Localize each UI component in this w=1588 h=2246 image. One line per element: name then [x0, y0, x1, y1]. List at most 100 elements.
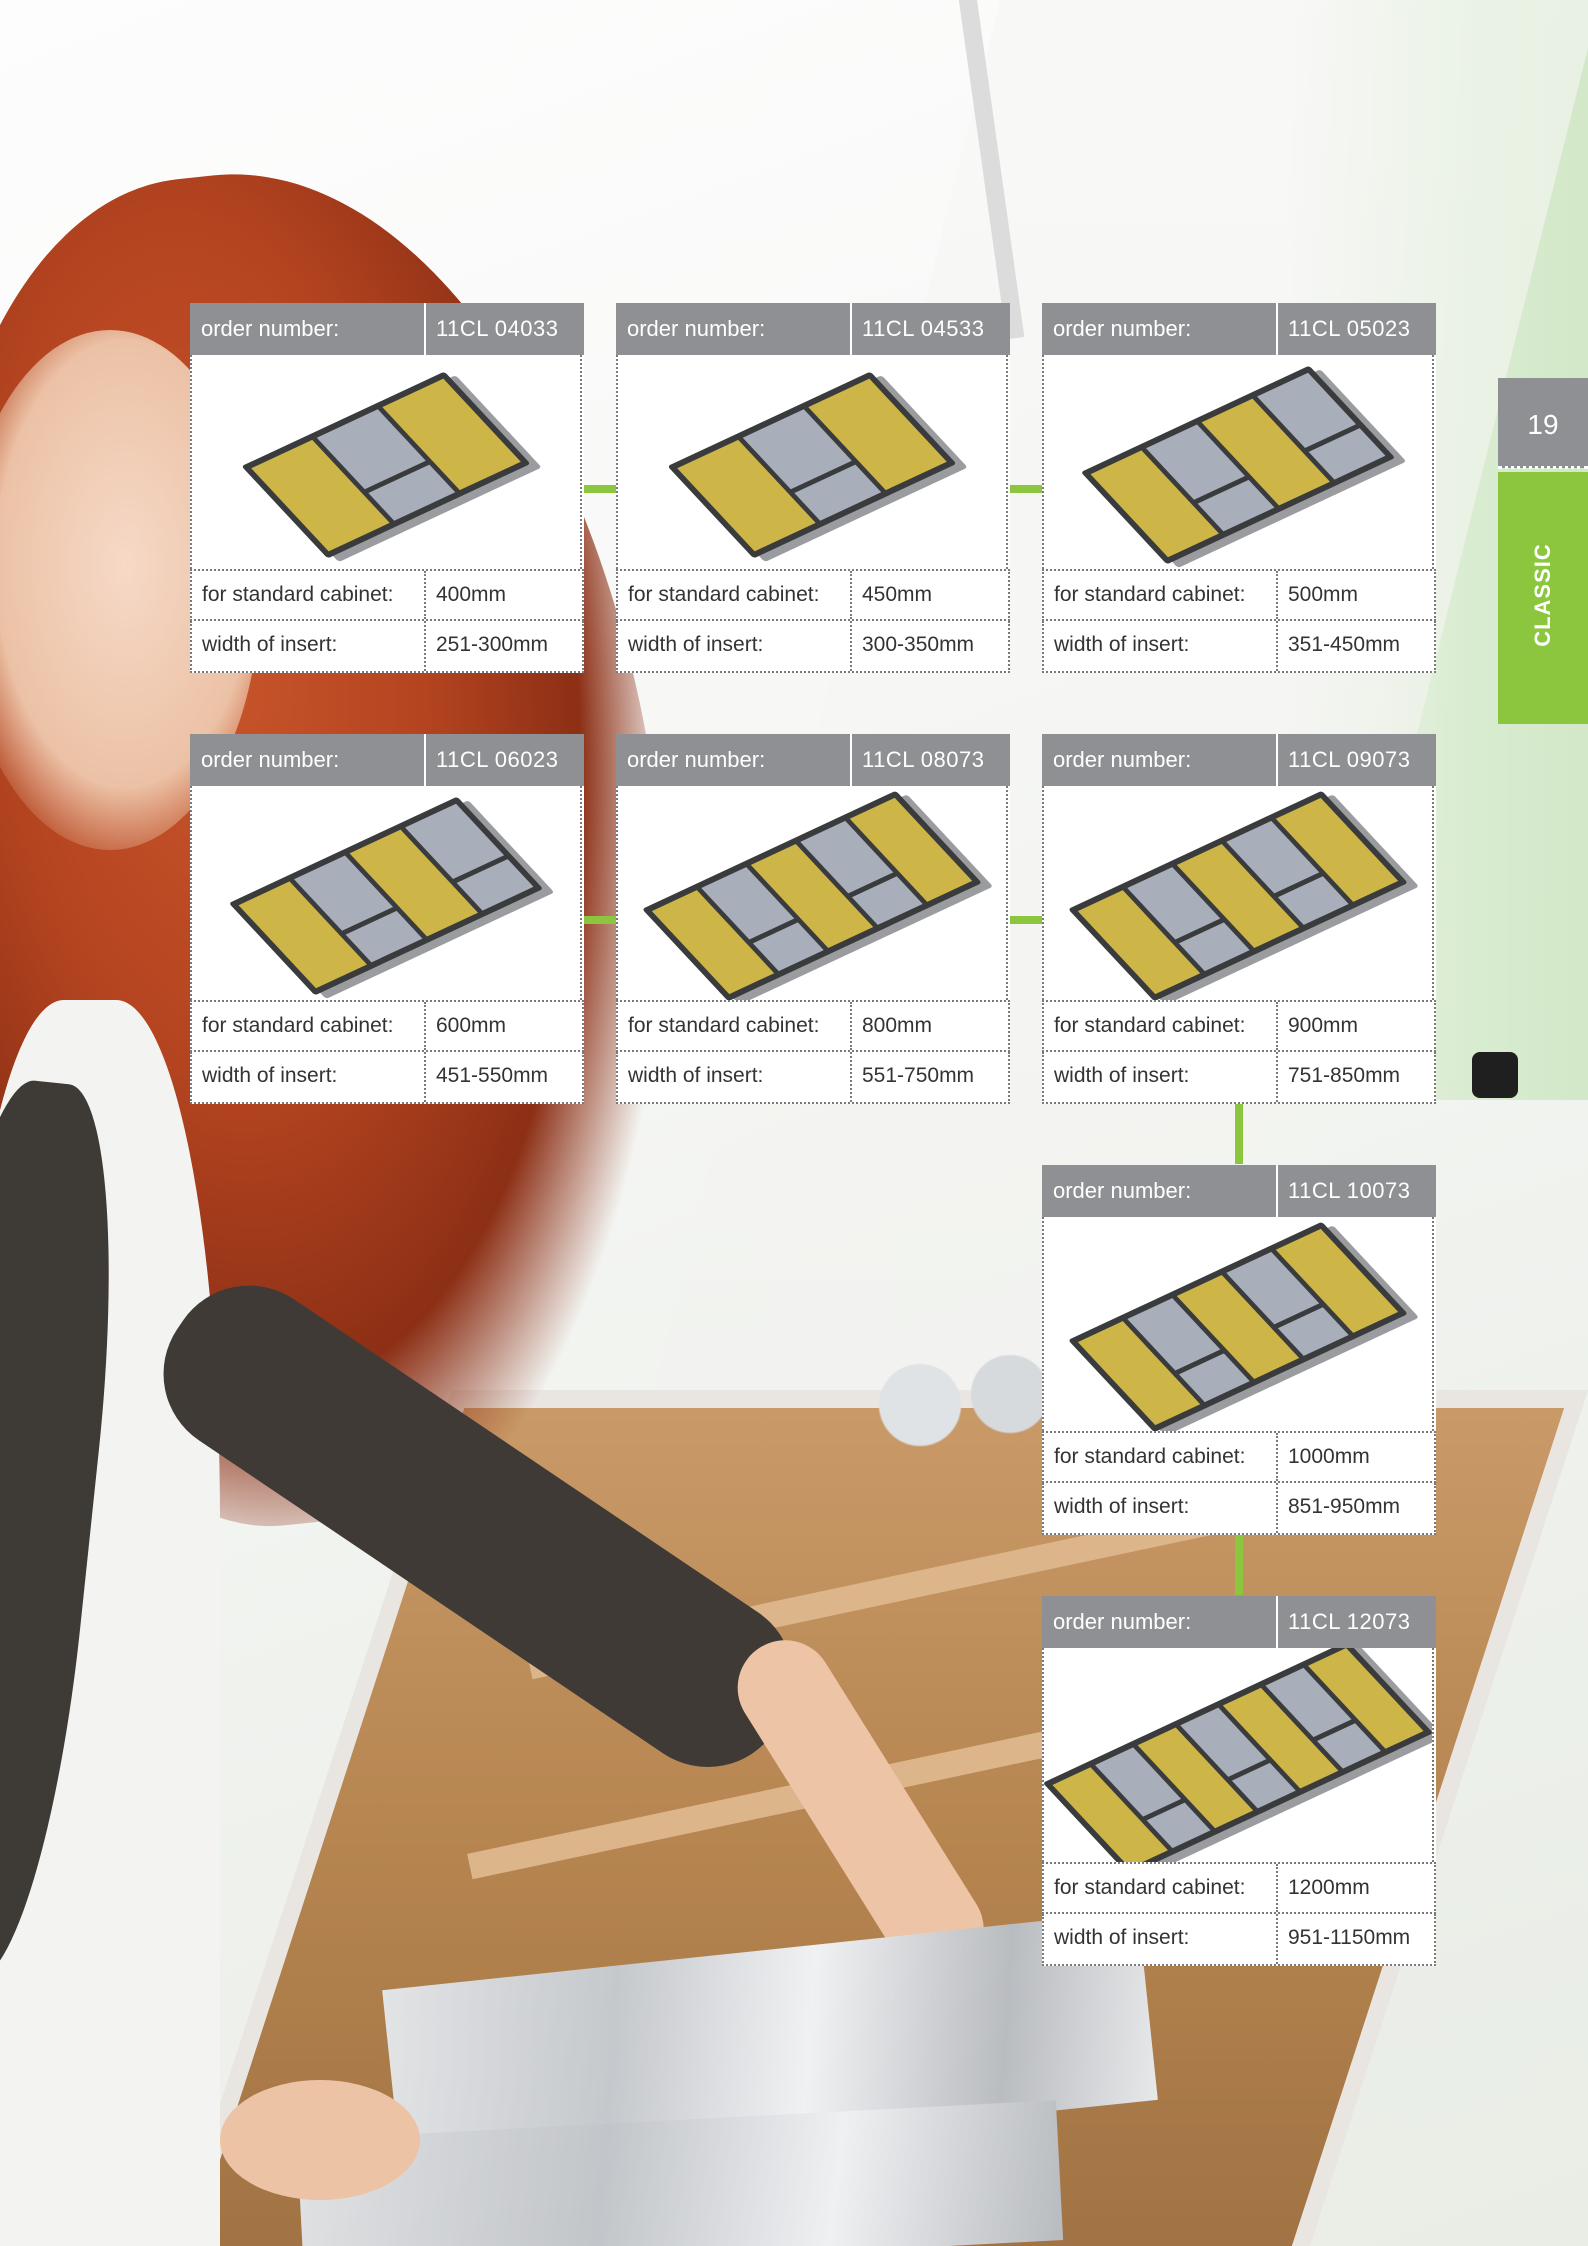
- connector-line: [1235, 1104, 1243, 1164]
- drawer-insert-image: [616, 355, 1008, 569]
- standard-cabinet-row: for standard cabinet: 1200mm: [1042, 1862, 1436, 1914]
- insert-width-label: width of insert:: [1054, 633, 1190, 656]
- card-header: order number: 11CL 04533: [616, 303, 1010, 355]
- standard-cabinet-label: for standard cabinet:: [1054, 1876, 1246, 1899]
- order-number-label: order number:: [627, 316, 766, 341]
- standard-cabinet-label: for standard cabinet:: [202, 1014, 394, 1037]
- order-number-value: 11CL 04033: [424, 303, 584, 355]
- card-header: order number: 11CL 10073: [1042, 1165, 1436, 1217]
- order-number-label: order number:: [1053, 747, 1192, 772]
- drawer-insert-image: [616, 786, 1008, 1000]
- section-tab-label: CLASSIC: [1530, 543, 1555, 647]
- card-header: order number: 11CL 06023: [190, 734, 584, 786]
- product-card: order number: 11CL 04033 for standard ca…: [190, 303, 584, 673]
- insert-width-label: width of insert:: [202, 633, 338, 656]
- order-number-label: order number:: [201, 747, 340, 772]
- card-header: order number: 11CL 04033: [190, 303, 584, 355]
- drawer-insert-image: [1042, 355, 1434, 569]
- standard-cabinet-value: 1000mm: [1276, 1433, 1434, 1481]
- drawer-insert-drawing: [1082, 366, 1405, 568]
- standard-cabinet-value: 800mm: [850, 1002, 1008, 1050]
- connector-line: [584, 485, 616, 493]
- insert-width-row: width of insert: 851-950mm: [1042, 1483, 1436, 1535]
- product-card: order number: 11CL 06023 for standard ca…: [190, 734, 584, 1104]
- insert-width-label: width of insert:: [1054, 1495, 1190, 1518]
- insert-width-label: width of insert:: [202, 1064, 338, 1087]
- drawer-insert-image: [1042, 1217, 1434, 1431]
- insert-width-value: 300-350mm: [850, 621, 1008, 671]
- drawer-insert-drawing: [1069, 791, 1418, 1000]
- standard-cabinet-label: for standard cabinet:: [1054, 1445, 1246, 1468]
- drawer-insert-drawing: [230, 797, 553, 999]
- background-spice-jars: [860, 1350, 1060, 1460]
- standard-cabinet-row: for standard cabinet: 500mm: [1042, 569, 1436, 621]
- drawer-insert-image: [1042, 786, 1434, 1000]
- insert-width-label: width of insert:: [1054, 1926, 1190, 1949]
- standard-cabinet-label: for standard cabinet:: [628, 1014, 820, 1037]
- connector-line: [1010, 485, 1042, 493]
- insert-width-row: width of insert: 251-300mm: [190, 621, 584, 673]
- order-number-value: 11CL 06023: [424, 734, 584, 786]
- drawer-insert-drawing: [1069, 1222, 1418, 1431]
- product-card: order number: 11CL 04533 for standard ca…: [616, 303, 1010, 673]
- standard-cabinet-label: for standard cabinet:: [1054, 583, 1246, 606]
- order-number-value: 11CL 08073: [850, 734, 1010, 786]
- standard-cabinet-value: 900mm: [1276, 1002, 1434, 1050]
- insert-width-label: width of insert:: [628, 633, 764, 656]
- insert-width-value: 351-450mm: [1276, 621, 1434, 671]
- drawer-insert-drawing: [643, 791, 992, 1000]
- standard-cabinet-row: for standard cabinet: 1000mm: [1042, 1431, 1436, 1483]
- order-number-label: order number:: [627, 747, 766, 772]
- insert-width-row: width of insert: 551-750mm: [616, 1052, 1010, 1104]
- tab-divider: [1498, 466, 1588, 469]
- insert-width-value: 951-1150mm: [1276, 1914, 1434, 1964]
- order-number-value: 11CL 10073: [1276, 1165, 1436, 1217]
- insert-width-row: width of insert: 951-1150mm: [1042, 1914, 1436, 1966]
- insert-width-value: 851-950mm: [1276, 1483, 1434, 1533]
- standard-cabinet-label: for standard cabinet:: [202, 583, 394, 606]
- drawer-insert-drawing: [668, 372, 967, 562]
- connector-line: [584, 916, 616, 924]
- product-card: order number: 11CL 10073 for standard ca…: [1042, 1165, 1436, 1535]
- page-number-tab: 19: [1498, 378, 1588, 468]
- page-number: 19: [1527, 409, 1559, 440]
- insert-width-label: width of insert:: [1054, 1064, 1190, 1087]
- card-header: order number: 11CL 09073: [1042, 734, 1436, 786]
- drawer-insert-image: [190, 786, 582, 1000]
- drawer-insert-drawing: [242, 372, 541, 562]
- product-card: order number: 11CL 09073 for standard ca…: [1042, 734, 1436, 1104]
- order-number-label: order number:: [1053, 316, 1192, 341]
- insert-width-row: width of insert: 451-550mm: [190, 1052, 584, 1104]
- order-number-value: 11CL 09073: [1276, 734, 1436, 786]
- order-number-label: order number:: [1053, 1609, 1192, 1634]
- background-cabinet-knob: [1472, 1052, 1518, 1098]
- section-tab: CLASSIC: [1498, 472, 1588, 724]
- background-woman-hand: [220, 2080, 420, 2200]
- drawer-insert-image: [190, 355, 582, 569]
- product-card: order number: 11CL 12073 for standard ca…: [1042, 1596, 1436, 1966]
- standard-cabinet-row: for standard cabinet: 450mm: [616, 569, 1010, 621]
- standard-cabinet-row: for standard cabinet: 800mm: [616, 1000, 1010, 1052]
- product-card: order number: 11CL 05023 for standard ca…: [1042, 303, 1436, 673]
- insert-width-value: 451-550mm: [424, 1052, 582, 1102]
- standard-cabinet-row: for standard cabinet: 900mm: [1042, 1000, 1436, 1052]
- product-card: order number: 11CL 08073 for standard ca…: [616, 734, 1010, 1104]
- standard-cabinet-value: 400mm: [424, 571, 582, 619]
- drawer-insert-drawing: [1044, 1648, 1432, 1862]
- card-header: order number: 11CL 05023: [1042, 303, 1436, 355]
- standard-cabinet-label: for standard cabinet:: [1054, 1014, 1246, 1037]
- order-number-value: 11CL 04533: [850, 303, 1010, 355]
- insert-width-label: width of insert:: [628, 1064, 764, 1087]
- connector-line: [1010, 916, 1042, 924]
- standard-cabinet-value: 600mm: [424, 1002, 582, 1050]
- standard-cabinet-row: for standard cabinet: 400mm: [190, 569, 584, 621]
- standard-cabinet-row: for standard cabinet: 600mm: [190, 1000, 584, 1052]
- standard-cabinet-value: 450mm: [850, 571, 1008, 619]
- insert-width-value: 751-850mm: [1276, 1052, 1434, 1102]
- connector-line: [1235, 1535, 1243, 1595]
- order-number-label: order number:: [1053, 1178, 1192, 1203]
- card-header: order number: 11CL 08073: [616, 734, 1010, 786]
- order-number-value: 11CL 05023: [1276, 303, 1436, 355]
- insert-width-row: width of insert: 351-450mm: [1042, 621, 1436, 673]
- insert-width-value: 551-750mm: [850, 1052, 1008, 1102]
